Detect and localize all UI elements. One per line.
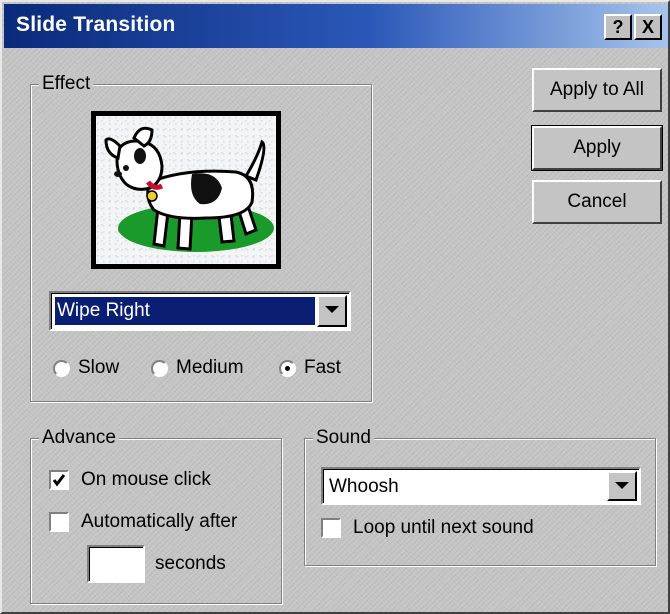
dog-preview-image [104,126,274,252]
sound-select[interactable]: Whoosh [321,467,641,505]
speed-slow-label: Slow [78,357,120,378]
loop-until-next-sound-label: Loop until next sound [353,517,534,538]
sound-group: Sound Whoosh Loop until next sound [304,427,656,566]
speed-medium-label: Medium [176,357,244,378]
cancel-button[interactable]: Cancel [532,180,662,224]
effect-group-label: Effect [39,73,94,95]
automatically-after-label: Automatically after [81,511,238,532]
close-button[interactable]: X [634,14,662,40]
transition-effect-select[interactable]: Wipe Right [49,291,351,331]
automatically-after-checkbox[interactable]: Automatically after [49,511,237,533]
radio-button-icon [151,359,168,377]
slide-transition-dialog: Slide Transition ? X Effect Wipe Right S… [0,0,670,614]
sound-group-label: Sound [313,427,374,449]
speed-fast-radio[interactable]: Fast [279,357,341,379]
chevron-down-icon [325,306,339,313]
transition-preview [91,111,281,269]
sound-dropdown-button[interactable] [607,471,637,501]
speed-slow-radio[interactable]: Slow [53,357,119,379]
advance-group: Advance On mouse click Automatically aft… [30,427,282,604]
on-mouse-click-label: On mouse click [81,469,211,490]
help-button[interactable]: ? [604,14,632,40]
transition-effect-value: Wipe Right [55,297,315,325]
seconds-label: seconds [155,553,226,574]
checkmark-icon [52,474,66,487]
checkbox-unchecked-icon [49,512,69,532]
apply-button[interactable]: Apply [531,125,663,171]
chevron-down-icon [615,482,629,489]
advance-group-label: Advance [39,427,119,449]
dialog-title: Slide Transition [16,13,176,36]
speed-fast-label: Fast [304,357,341,378]
seconds-input[interactable] [87,545,145,583]
transition-dropdown-button[interactable] [317,295,347,327]
sound-value: Whoosh [329,476,399,497]
checkbox-checked-icon [49,470,69,490]
apply-to-all-button[interactable]: Apply to All [532,68,662,112]
speed-medium-radio[interactable]: Medium [151,357,244,379]
on-mouse-click-checkbox[interactable]: On mouse click [49,469,211,491]
title-bar[interactable]: Slide Transition ? X [4,4,668,48]
checkbox-unchecked-icon [321,518,341,538]
radio-button-checked-icon [279,359,296,377]
radio-button-icon [53,359,70,377]
loop-until-next-sound-checkbox[interactable]: Loop until next sound [321,517,534,539]
effect-group: Effect Wipe Right Slow Medium Fast [30,73,372,402]
